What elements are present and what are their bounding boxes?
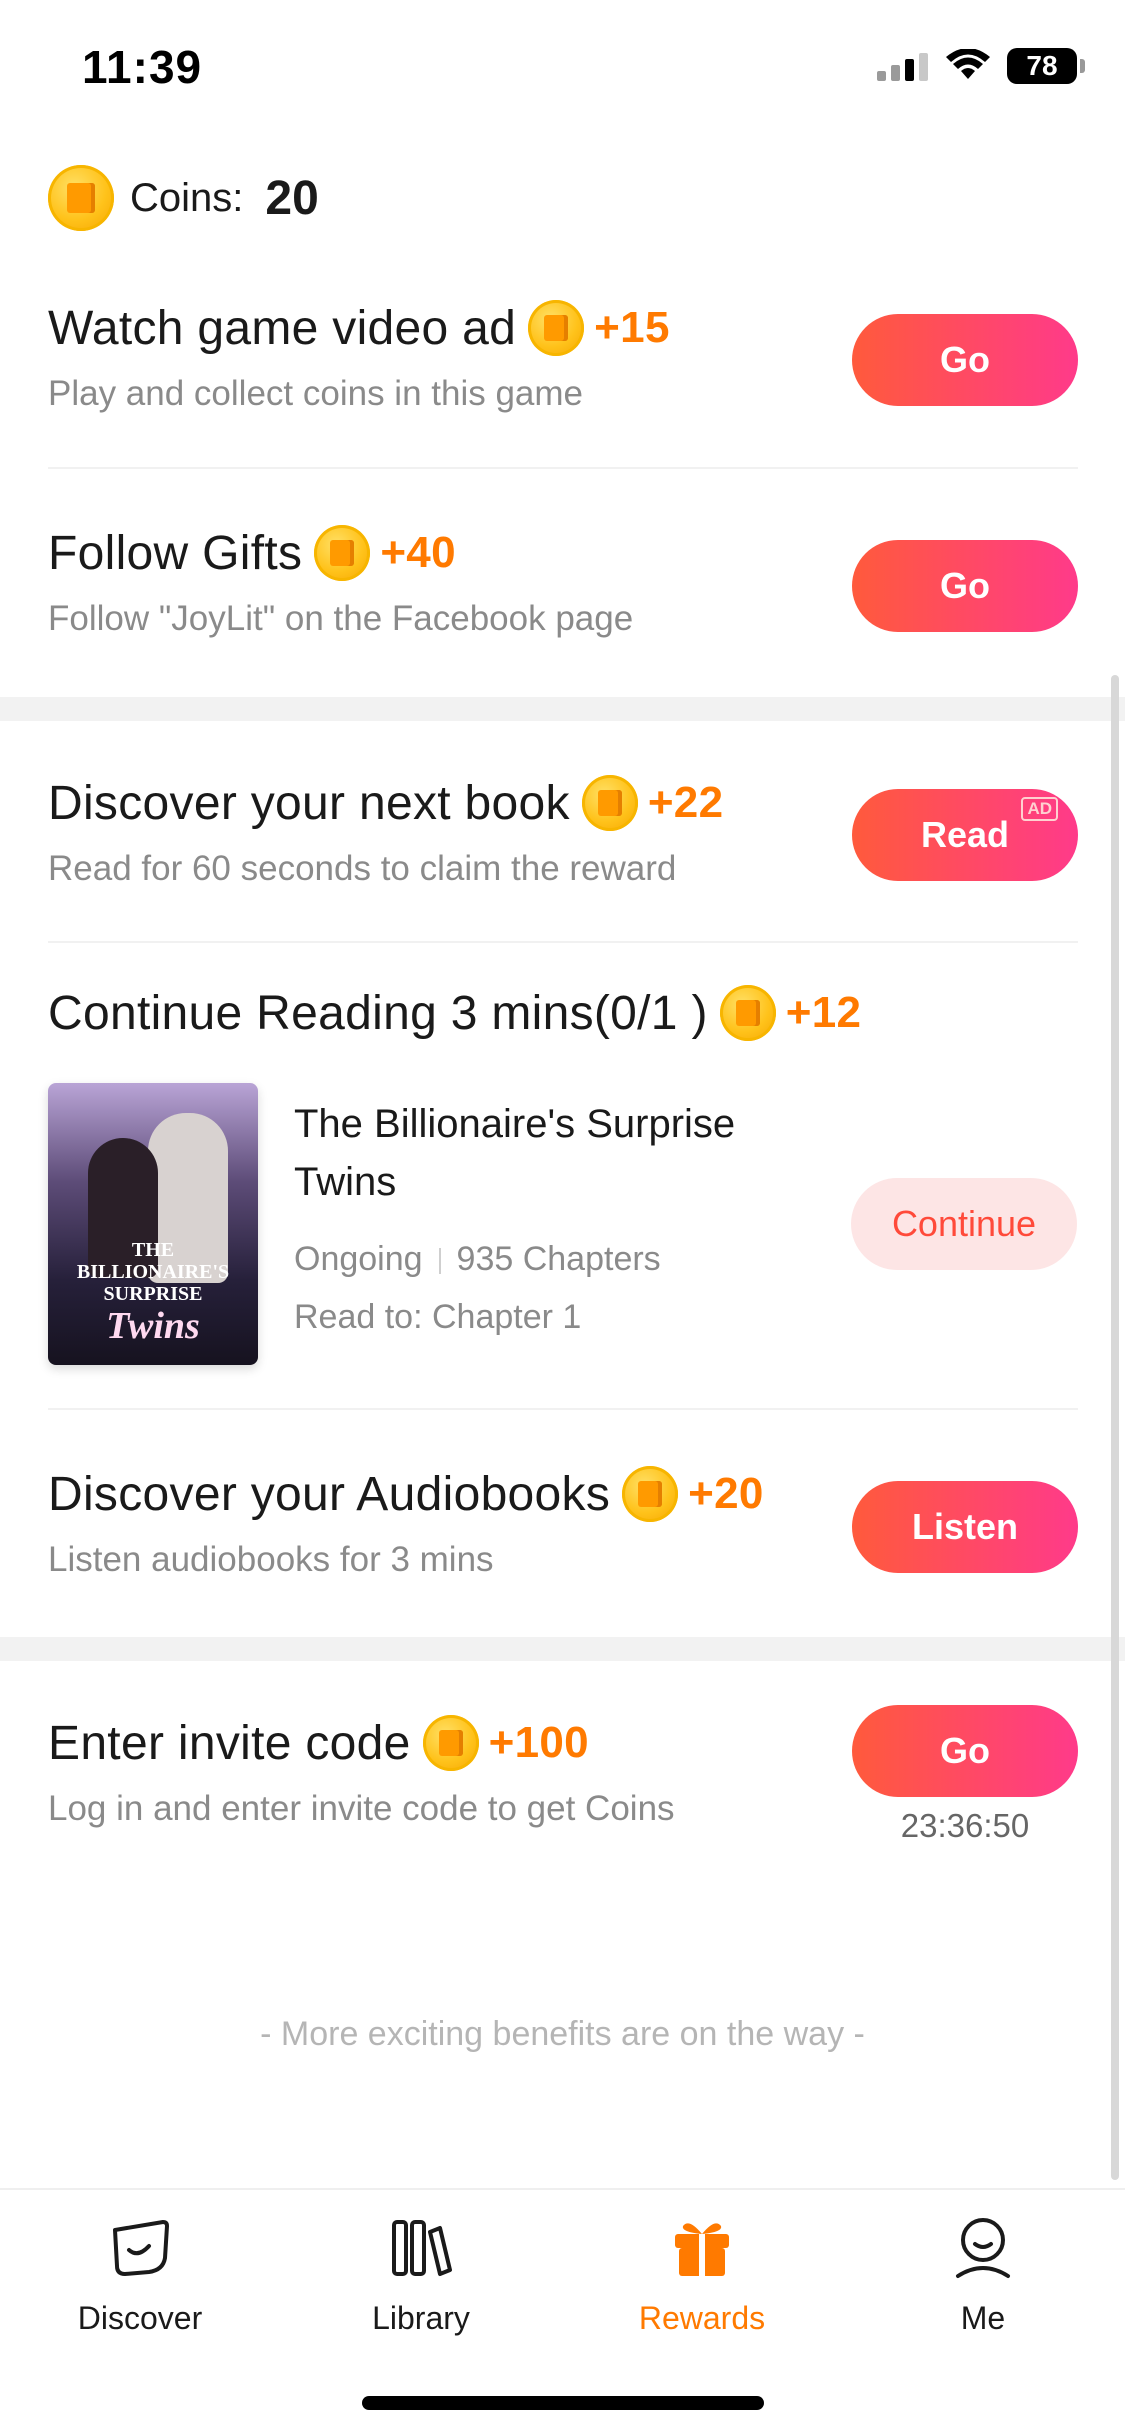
book-status: Ongoing <box>294 1240 423 1278</box>
tab-label: Me <box>960 2300 1006 2336</box>
task-reward: +40 <box>380 528 456 577</box>
go-button[interactable]: Go <box>852 540 1078 632</box>
meta-separator <box>438 1248 441 1275</box>
coin-icon <box>581 775 638 831</box>
task-reward: +20 <box>688 1469 764 1518</box>
divider <box>48 467 1078 469</box>
tab-label: Rewards <box>638 2300 766 2336</box>
status-time: 11:39 <box>82 41 203 93</box>
book-cover[interactable]: THE BILLIONAIRE'S SURPRISE Twins <box>48 1083 258 1365</box>
task-continue-reading: Continue Reading 3 mins(0/1 ) +12 <box>48 985 1078 1041</box>
gift-icon <box>675 2223 729 2276</box>
cellular-signal-icon <box>877 53 928 81</box>
section-separator <box>0 697 1125 721</box>
task-title: Follow Gifts <box>48 526 303 580</box>
go-button[interactable]: Go <box>852 314 1078 406</box>
home-indicator[interactable] <box>362 2396 764 2410</box>
task-reward: +15 <box>594 303 670 352</box>
book-title[interactable]: The Billionaire's Surprise Twins <box>294 1095 814 1211</box>
book-chapters: 935 Chapters <box>456 1240 661 1278</box>
task-follow-gifts: Follow Gifts +40 Follow "JoyLit" on the … <box>48 525 1078 639</box>
footer-note: - More exciting benefits are on the way … <box>260 2015 865 2053</box>
task-title: Continue Reading 3 mins(0/1 ) <box>48 986 708 1040</box>
discover-icon <box>113 2220 169 2276</box>
task-title: Enter invite code <box>48 1716 411 1770</box>
profile-icon <box>956 2218 1010 2278</box>
task-discover-audiobooks: Discover your Audiobooks +20 Listen audi… <box>48 1466 1078 1580</box>
listen-button[interactable]: Listen <box>852 1481 1078 1573</box>
status-bar: 11:39 78 <box>0 0 1125 140</box>
read-button[interactable]: Read AD <box>852 789 1078 881</box>
read-button-label: Read <box>920 814 1010 855</box>
task-reward: +22 <box>647 778 724 827</box>
go-button[interactable]: Go <box>852 1705 1078 1797</box>
tab-label: Discover <box>77 2300 203 2336</box>
book-meta: Ongoing 935 Chapters <box>294 1240 661 1279</box>
coin-icon <box>314 525 371 581</box>
continue-button[interactable]: Continue <box>851 1178 1077 1270</box>
coins-label: Coins: <box>130 175 244 220</box>
task-reward: +12 <box>785 988 862 1037</box>
tab-me[interactable]: Me <box>893 2212 1073 2337</box>
coin-icon <box>719 985 776 1041</box>
countdown-timer: 23:36:50 <box>900 1807 1030 1844</box>
scrollbar[interactable] <box>1111 675 1119 2180</box>
task-watch-game-video: Watch game video ad +15 Play and collect… <box>48 300 1078 414</box>
tab-discover[interactable]: Discover <box>50 2212 230 2337</box>
library-icon <box>392 2220 452 2276</box>
tab-library[interactable]: Library <box>331 2212 511 2337</box>
coins-balance: Coins: 20 <box>48 165 319 231</box>
tab-label: Library <box>372 2300 470 2336</box>
wifi-icon <box>946 49 990 79</box>
task-title: Discover your next book <box>48 776 570 830</box>
coin-icon <box>528 300 585 356</box>
task-reward: +100 <box>488 1718 589 1767</box>
section-separator <box>0 1637 1125 1661</box>
coin-icon <box>422 1715 479 1771</box>
tab-rewards[interactable]: Rewards <box>612 2212 792 2337</box>
ad-badge: AD <box>1021 797 1058 821</box>
book-progress: Read to: Chapter 1 <box>294 1298 582 1336</box>
task-discover-next-book: Discover your next book +22 Read for 60 … <box>48 775 1078 889</box>
task-title: Discover your Audiobooks <box>48 1467 611 1521</box>
task-title: Watch game video ad <box>48 301 517 355</box>
coins-value: 20 <box>265 171 319 225</box>
divider <box>48 941 1078 943</box>
coin-icon <box>622 1466 679 1522</box>
task-enter-invite-code: Enter invite code +100 Log in and enter … <box>48 1705 1078 1844</box>
status-icons: 78 <box>877 48 1085 84</box>
battery-indicator: 78 <box>1007 48 1085 84</box>
coin-icon <box>48 165 114 231</box>
divider <box>48 1408 1078 1410</box>
book-cover-text: THE BILLIONAIRE'S SURPRISE Twins <box>76 1239 230 1347</box>
